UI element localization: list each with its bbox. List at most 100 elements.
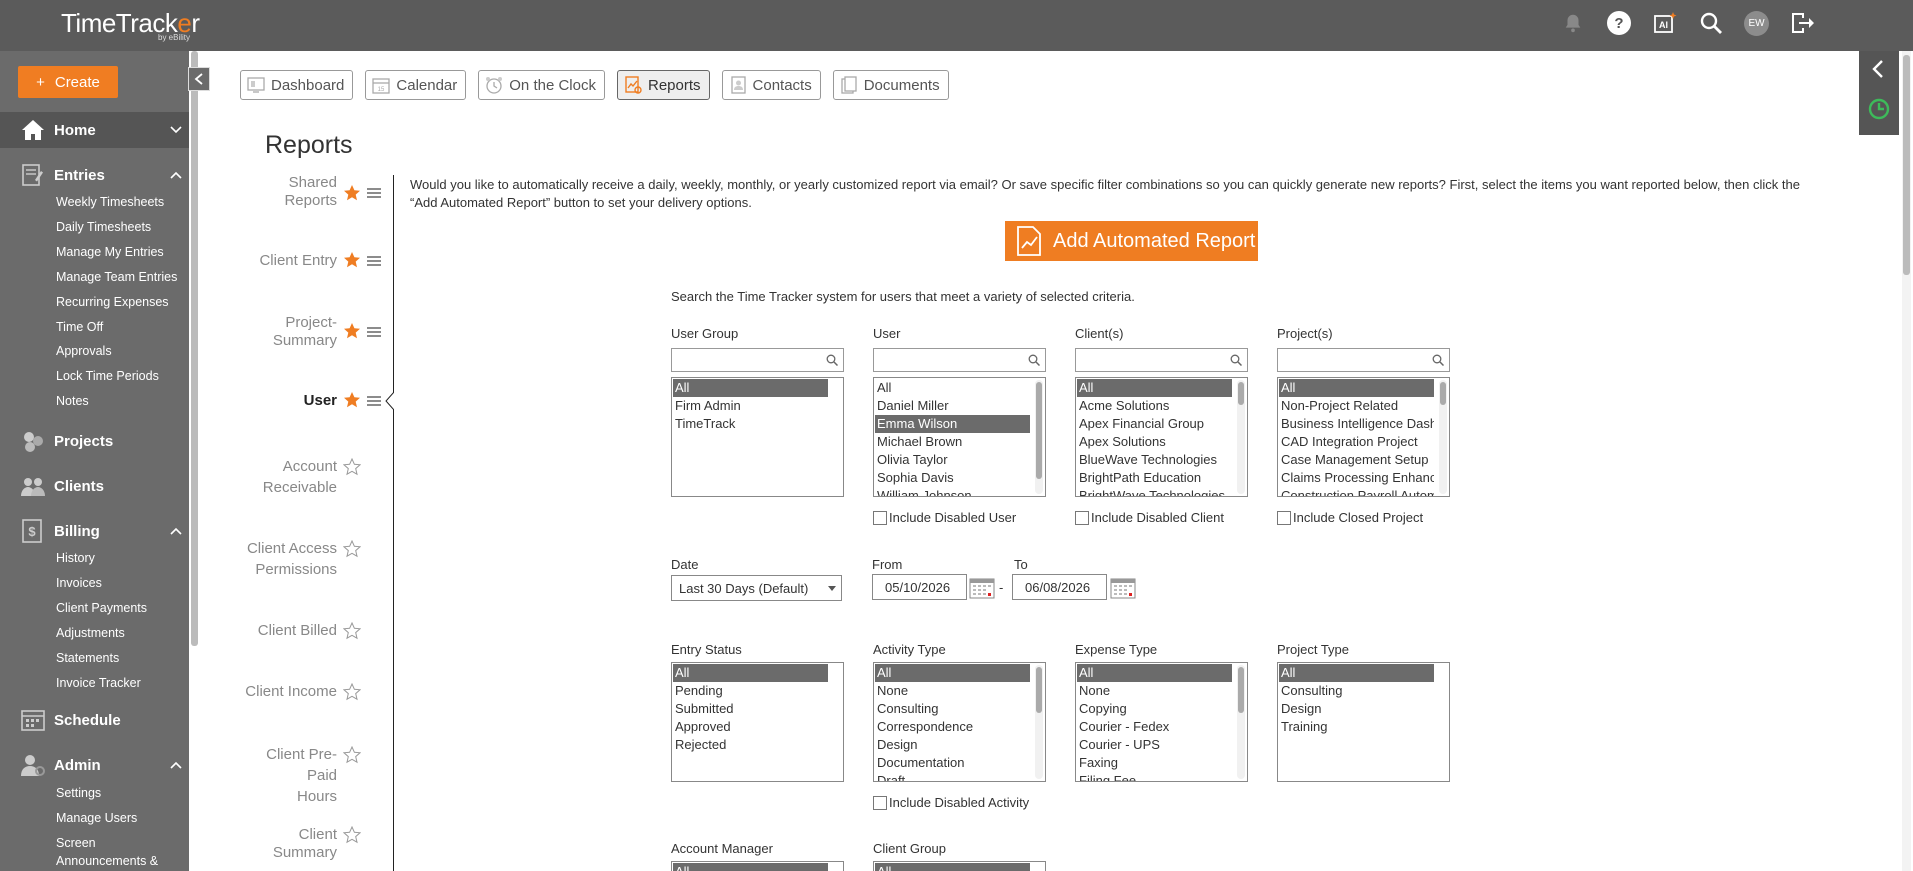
include-disabled-activity-checkbox[interactable]: Include Disabled Activity [873, 795, 1029, 810]
list-item[interactable]: Claims Processing Enhancer [1279, 469, 1434, 487]
list-item[interactable]: Faxing [1077, 754, 1232, 772]
expense-type-listbox[interactable]: All None Copying Courier - Fedex Courier… [1075, 662, 1248, 782]
star-outline-icon[interactable] [343, 683, 361, 701]
sidebar-item-adjustments[interactable]: Adjustments [56, 626, 125, 640]
chevron-up-icon[interactable] [169, 524, 183, 538]
drag-handle-icon[interactable] [366, 255, 382, 267]
collapse-sidebar-button[interactable] [188, 67, 210, 91]
sidebar-item-announcements[interactable]: Announcements & [56, 854, 158, 868]
list-item[interactable]: BlueWave Technologies [1077, 451, 1232, 469]
tab-calendar[interactable]: 15 Calendar [365, 70, 467, 100]
client-group-listbox[interactable]: All [873, 861, 1046, 871]
nav-admin[interactable]: Admin [0, 747, 189, 783]
nav-entries[interactable]: Entries [0, 157, 189, 193]
list-item[interactable]: Courier - Fedex [1077, 718, 1232, 736]
projects-listbox[interactable]: All Non-Project Related Business Intelli… [1277, 377, 1450, 497]
sidebar-item-manage-my-entries[interactable]: Manage My Entries [56, 245, 164, 259]
list-item[interactable]: Copying [1077, 700, 1232, 718]
sidebar-item-approvals[interactable]: Approvals [56, 344, 112, 358]
list-item[interactable]: All [1279, 664, 1434, 682]
list-item[interactable]: Business Intelligence Dashb [1279, 415, 1434, 433]
tab-documents[interactable]: Documents [832, 70, 949, 100]
list-item[interactable]: Sophia Davis [875, 469, 1030, 487]
list-item[interactable]: Filing Fee [1077, 772, 1232, 781]
list-item[interactable]: Daniel Miller [875, 397, 1030, 415]
entry-status-listbox[interactable]: All Pending Submitted Approved Rejected [671, 662, 844, 782]
tab-reports[interactable]: Reports [616, 70, 710, 100]
user-listbox[interactable]: All Daniel Miller Emma Wilson Michael Br… [873, 377, 1046, 497]
star-filled-icon[interactable] [343, 391, 361, 409]
star-outline-icon[interactable] [343, 826, 361, 844]
list-item[interactable]: All [875, 379, 1030, 397]
nav-home[interactable]: Home [0, 112, 189, 148]
sidebar-item-invoice-tracker[interactable]: Invoice Tracker [56, 676, 141, 690]
sidebar-scrollbar[interactable] [191, 51, 198, 646]
sidebar-item-statements[interactable]: Statements [56, 651, 119, 665]
calendar-picker-icon[interactable] [1110, 577, 1136, 599]
search-icon[interactable] [1698, 10, 1724, 36]
list-item[interactable]: Michael Brown [875, 433, 1030, 451]
list-item[interactable]: Apex Financial Group [1077, 415, 1232, 433]
user-group-search-input[interactable] [671, 348, 844, 372]
tab-contacts[interactable]: Contacts [721, 70, 821, 100]
sidebar-item-manage-users[interactable]: Manage Users [56, 811, 137, 825]
date-range-select[interactable]: Last 30 Days (Default) [671, 575, 842, 601]
listbox-scrollbar[interactable] [1237, 665, 1245, 779]
sidebar-item-recurring-expenses[interactable]: Recurring Expenses [56, 295, 169, 309]
star-filled-icon[interactable] [343, 251, 361, 269]
sidebar-item-manage-team-entries[interactable]: Manage Team Entries [56, 270, 177, 284]
list-item[interactable]: Olivia Taylor [875, 451, 1030, 469]
list-item[interactable]: Draft [875, 772, 1030, 781]
star-outline-icon[interactable] [343, 622, 361, 640]
star-outline-icon[interactable] [343, 540, 361, 558]
list-item[interactable]: All [1279, 379, 1434, 397]
sidebar-item-invoices[interactable]: Invoices [56, 576, 102, 590]
list-item[interactable]: Construction Payroll Autom [1279, 487, 1434, 496]
drag-handle-icon[interactable] [366, 187, 382, 199]
listbox-scrollbar[interactable] [1035, 665, 1043, 779]
star-filled-icon[interactable] [343, 184, 361, 202]
sidebar-item-settings[interactable]: Settings [56, 786, 101, 800]
tab-dashboard[interactable]: Dashboard [240, 70, 354, 100]
nav-projects[interactable]: Projects [0, 423, 189, 459]
drag-handle-icon[interactable] [366, 395, 382, 407]
list-item[interactable]: BrightPath Education [1077, 469, 1232, 487]
list-item[interactable]: All [1077, 664, 1232, 682]
star-filled-icon[interactable] [343, 322, 361, 340]
star-outline-icon[interactable] [343, 458, 361, 476]
list-item[interactable]: Rejected [673, 736, 828, 754]
list-item[interactable]: Pending [673, 682, 828, 700]
page-scrollbar[interactable] [1902, 51, 1911, 871]
nav-clients[interactable]: Clients [0, 468, 189, 504]
help-icon[interactable]: ? [1606, 10, 1632, 36]
sidebar-item-notes[interactable]: Notes [56, 394, 89, 408]
listbox-scrollbar[interactable] [1237, 380, 1245, 494]
list-item[interactable]: Consulting [875, 700, 1030, 718]
list-item[interactable]: Apex Solutions [1077, 433, 1232, 451]
add-automated-report-button[interactable]: Add Automated Report [1005, 221, 1258, 261]
list-item[interactable]: Acme Solutions [1077, 397, 1232, 415]
bell-icon[interactable] [1560, 10, 1586, 36]
list-item[interactable]: Correspondence [875, 718, 1030, 736]
list-item[interactable]: William Johnson [875, 487, 1030, 496]
list-item[interactable]: Design [1279, 700, 1434, 718]
list-item[interactable]: All [673, 664, 828, 682]
list-item[interactable]: Emma Wilson [875, 415, 1030, 433]
chevron-down-icon[interactable] [169, 123, 183, 137]
nav-schedule[interactable]: Schedule [0, 702, 189, 738]
ai-assistant-icon[interactable]: AI [1652, 10, 1678, 36]
project-type-listbox[interactable]: All Consulting Design Training [1277, 662, 1450, 782]
user-avatar[interactable]: EW [1744, 10, 1769, 36]
sidebar-item-lock-time-periods[interactable]: Lock Time Periods [56, 369, 159, 383]
list-item[interactable]: None [1077, 682, 1232, 700]
user-search-input[interactable] [873, 348, 1046, 372]
sidebar-item-time-off[interactable]: Time Off [56, 320, 103, 334]
list-item[interactable]: All [673, 863, 828, 871]
nav-billing[interactable]: $ Billing [0, 513, 189, 549]
projects-search-input[interactable] [1277, 348, 1450, 372]
create-button[interactable]: + Create [18, 66, 118, 98]
star-outline-icon[interactable] [343, 746, 361, 764]
list-item[interactable]: Documentation [875, 754, 1030, 772]
tab-on-the-clock[interactable]: On the Clock [478, 70, 605, 100]
listbox-scrollbar[interactable] [1035, 380, 1043, 494]
